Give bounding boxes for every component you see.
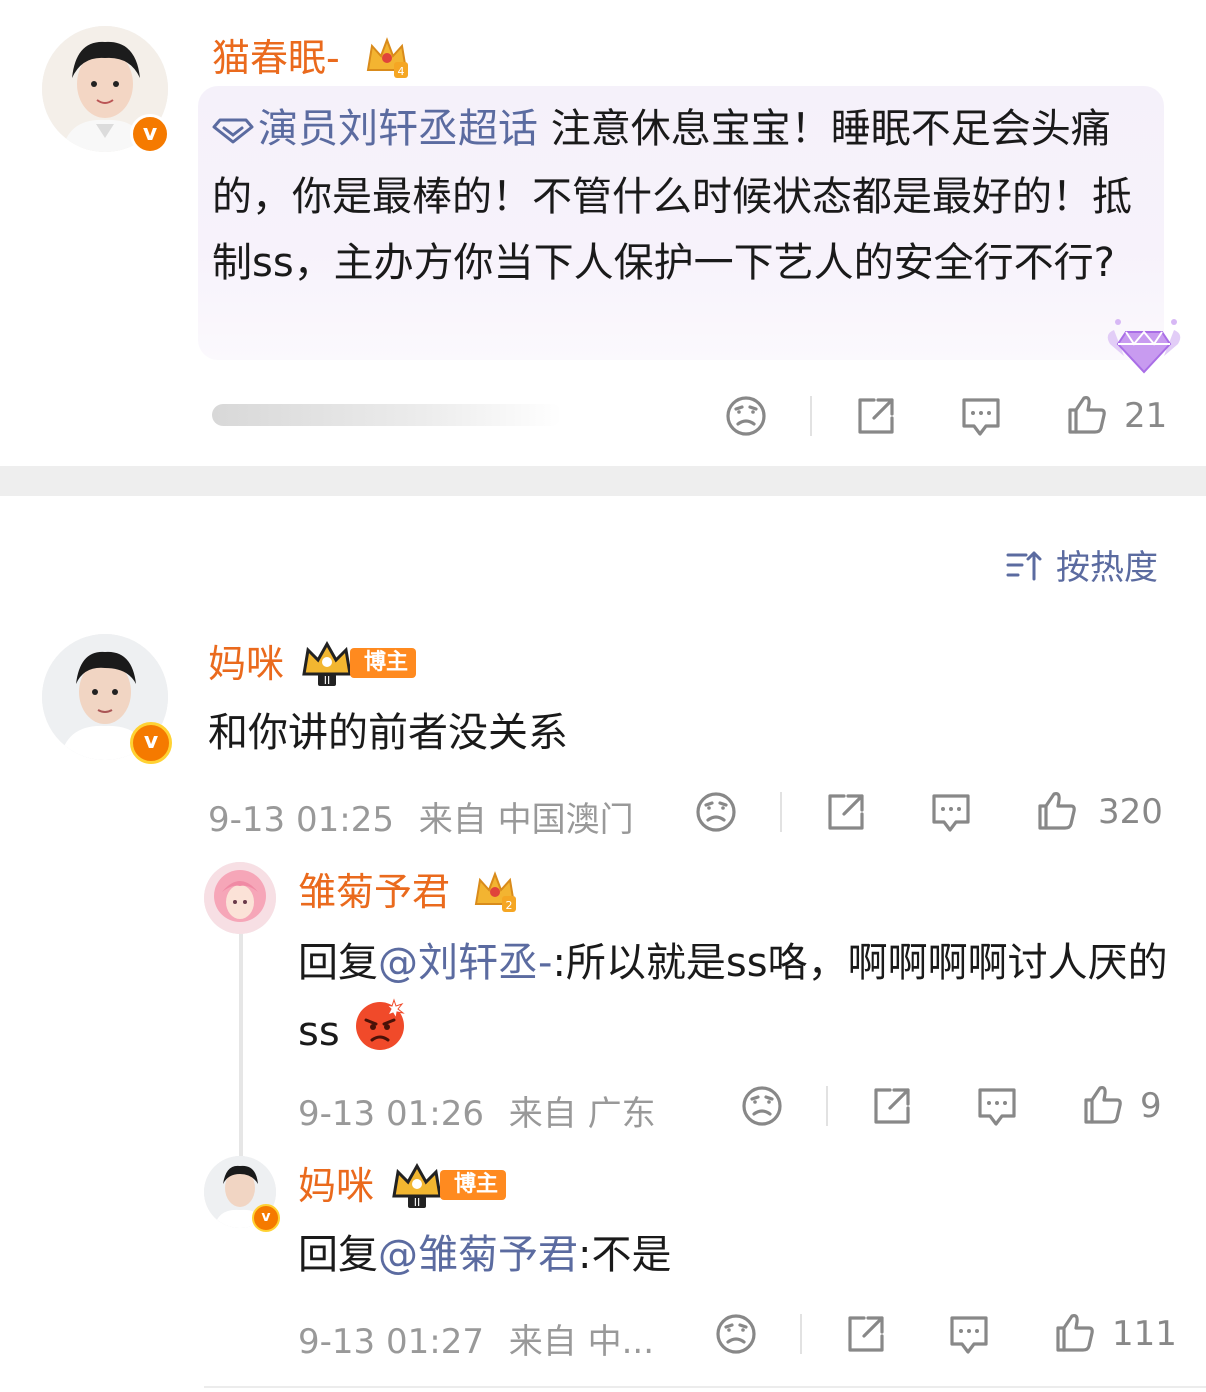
- username[interactable]: 雏菊予君: [298, 870, 450, 914]
- crown-icon: II: [302, 640, 352, 686]
- username[interactable]: 妈咪: [298, 1164, 374, 1208]
- comment-text: 和你讲的前者没关系: [208, 710, 568, 756]
- mention-link[interactable]: @刘轩丞-: [378, 940, 552, 986]
- source-location: 来自 广东: [508, 1094, 656, 1134]
- avatar[interactable]: [204, 862, 276, 934]
- share-icon[interactable]: [854, 394, 898, 438]
- thread-line: [239, 930, 243, 1160]
- crown-icon: II: [392, 1162, 442, 1208]
- unhappy-face-icon[interactable]: [740, 1084, 784, 1128]
- comment-meta: 9-13 01:25 来自 中国澳门: [208, 792, 634, 841]
- username[interactable]: 猫春眠-: [212, 36, 340, 80]
- sort-button[interactable]: 按热度: [1004, 540, 1158, 589]
- reply-meta: 9-13 01:26 来自 广东: [298, 1086, 656, 1135]
- username[interactable]: 妈咪: [208, 642, 284, 686]
- unhappy-face-icon[interactable]: [694, 790, 738, 834]
- thumbs-up-icon[interactable]: [1080, 1082, 1124, 1126]
- thumbs-up-icon[interactable]: [1064, 392, 1108, 436]
- comment-icon[interactable]: [946, 1312, 992, 1356]
- unhappy-face-icon[interactable]: [724, 394, 768, 438]
- svg-text:2: 2: [506, 899, 513, 912]
- divider: [826, 1086, 828, 1126]
- timestamp: 9-13 01:27: [298, 1322, 484, 1362]
- verified-icon: v: [130, 722, 172, 764]
- topic-link[interactable]: 演员刘轩丞超话: [258, 106, 538, 152]
- diamond-icon: [212, 98, 254, 164]
- reply-meta: 9-13 01:27 来自 中...: [298, 1314, 654, 1363]
- unhappy-face-icon[interactable]: [714, 1312, 758, 1356]
- blogger-badge: II 博主: [390, 1162, 507, 1208]
- badge-label: 博主: [350, 648, 417, 678]
- comment-text: 演员刘轩丞超话 注意休息宝宝！睡眠不足会头痛的，你是最棒的！不管什么时候状态都是…: [212, 96, 1132, 296]
- share-icon[interactable]: [844, 1312, 888, 1356]
- like-count: 21: [1124, 396, 1168, 436]
- share-icon[interactable]: [870, 1084, 914, 1128]
- svg-text:4: 4: [398, 65, 405, 78]
- like-count: 9: [1140, 1086, 1162, 1126]
- diamond-badge-icon: [1107, 319, 1181, 374]
- divider: [810, 396, 812, 436]
- mention-link[interactable]: @雏菊予君: [378, 1232, 578, 1278]
- reply-body: :不是: [578, 1232, 672, 1278]
- source-location: 来自 中国澳门: [418, 800, 634, 840]
- timestamp: 9-13 01:26: [298, 1094, 484, 1134]
- crown-icon: 4: [366, 37, 408, 78]
- comment-icon[interactable]: [974, 1084, 1020, 1128]
- verified-icon: v: [252, 1204, 280, 1232]
- source-location: 来自 中...: [508, 1322, 655, 1362]
- verified-icon: v: [130, 114, 170, 154]
- thumbs-up-icon[interactable]: [1034, 788, 1078, 832]
- svg-text:II: II: [324, 674, 331, 686]
- blurred-meta: [212, 404, 562, 426]
- angry-emoji-icon: [352, 996, 408, 1072]
- like-count: 320: [1098, 792, 1163, 832]
- blogger-badge: II 博主: [300, 640, 417, 686]
- share-icon[interactable]: [824, 790, 868, 834]
- timestamp: 9-13 01:25: [208, 800, 394, 840]
- badge-label: 博主: [440, 1170, 507, 1200]
- reply-text: 回复@雏菊予君:不是: [298, 1222, 671, 1288]
- bottom-divider: [204, 1386, 1206, 1388]
- divider: [780, 792, 782, 832]
- comment-icon[interactable]: [928, 790, 974, 834]
- reply-text: 回复@刘轩丞-:所以就是ss咯，啊啊啊啊讨人厌的ss: [298, 930, 1168, 1072]
- thumbs-up-icon[interactable]: [1052, 1310, 1096, 1354]
- divider: [800, 1314, 802, 1354]
- crown-icon: 2: [474, 871, 516, 912]
- reply-prefix: 回复: [298, 940, 378, 986]
- svg-text:II: II: [414, 1196, 421, 1208]
- reply-prefix: 回复: [298, 1232, 378, 1278]
- like-count: 111: [1112, 1314, 1177, 1354]
- sort-icon: [1006, 551, 1042, 580]
- section-divider: [0, 466, 1206, 496]
- comment-icon[interactable]: [958, 394, 1004, 438]
- sort-label: 按热度: [1056, 548, 1158, 588]
